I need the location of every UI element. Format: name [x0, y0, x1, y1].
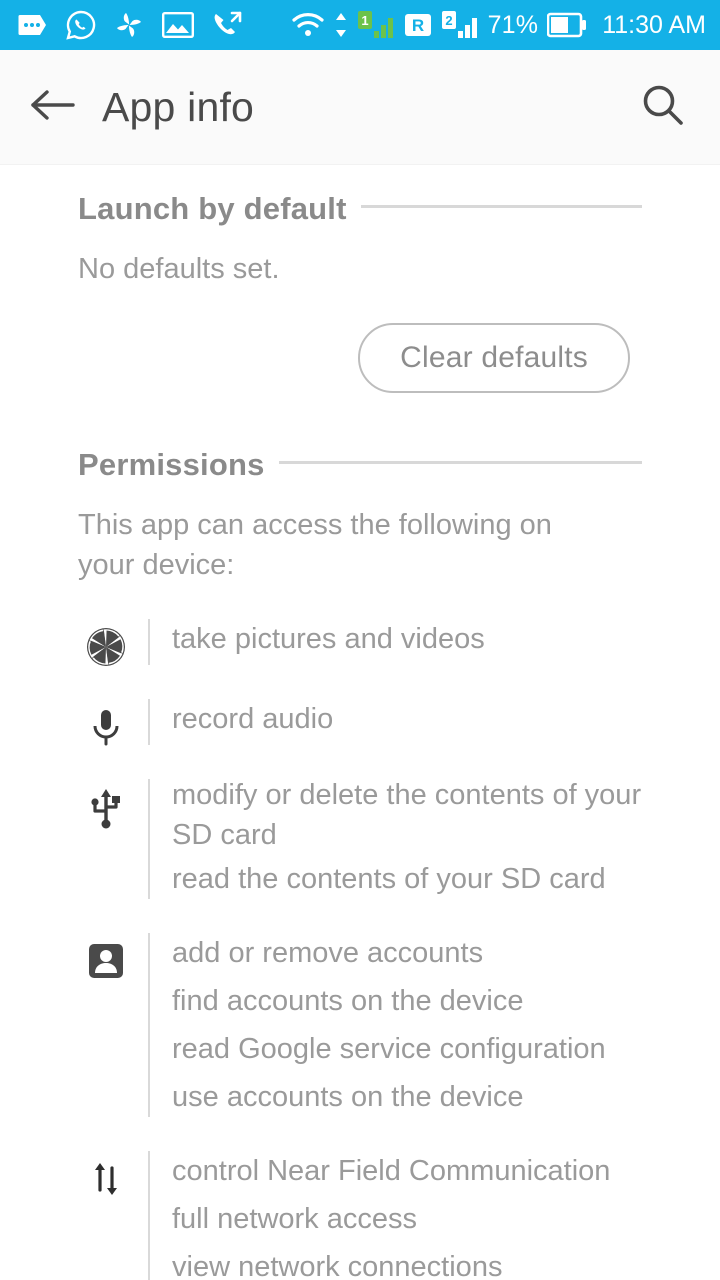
network-arrows-icon [78, 1147, 134, 1201]
permission-line: full network access [172, 1203, 417, 1235]
permission-line: control Near Field Communication [172, 1155, 611, 1187]
battery-icon [546, 12, 587, 38]
app-info-screen: 1 R 2 71% 11:30 AM App info Launch by de… [0, 0, 720, 1280]
battery-percent-label: 71% [487, 10, 539, 39]
sim2-label: 2 [445, 13, 452, 28]
missed-call-icon [212, 10, 244, 40]
roaming-label: R [411, 16, 423, 35]
sim1-signal-icon: 1 [357, 10, 395, 40]
photos-pinwheel-icon [114, 10, 144, 40]
usb-storage-icon [78, 775, 134, 833]
permission-text-group: add or remove accounts find accounts on … [150, 929, 606, 1121]
permissions-description: This app can access the following on you… [78, 509, 552, 581]
account-person-icon [78, 929, 134, 983]
permission-text-group: modify or delete the contents of your SD… [150, 775, 672, 903]
permission-group[interactable]: modify or delete the contents of your SD… [0, 775, 720, 903]
status-bar: 1 R 2 71% 11:30 AM [0, 0, 720, 50]
permission-group[interactable]: record audio [0, 695, 720, 749]
clock-label: 11:30 AM [602, 10, 706, 39]
search-button[interactable] [636, 80, 690, 134]
whatsapp-icon [66, 10, 96, 40]
status-bar-left-icons [18, 10, 244, 40]
permission-line: read the contents of your SD card [172, 863, 606, 895]
permission-group[interactable]: control Near Field Communication full ne… [0, 1147, 720, 1280]
permission-text-group: control Near Field Communication full ne… [150, 1147, 610, 1280]
permissions-heading: Permissions [78, 447, 265, 482]
page-title: App info [102, 83, 255, 130]
microphone-icon [78, 695, 134, 749]
permissions-section-header: Permissions [0, 447, 720, 483]
permission-text-group: take pictures and videos [150, 615, 485, 663]
back-arrow-icon [29, 85, 77, 130]
section-divider-rule [278, 460, 642, 464]
permission-line: view network connections [172, 1251, 503, 1280]
sim1-label: 1 [361, 13, 368, 28]
permissions-list: take pictures and videos record audio mo… [0, 615, 720, 1280]
app-info-content: Launch by default No defaults set. Clear… [0, 191, 720, 1280]
permission-line: take pictures and videos [172, 623, 485, 655]
roaming-icon: R [404, 11, 432, 39]
launch-by-default-heading: Launch by default [78, 191, 347, 226]
clear-defaults-button[interactable]: Clear defaults [358, 323, 630, 393]
wifi-icon [291, 11, 325, 39]
permission-line: use accounts on the device [172, 1081, 524, 1113]
permission-line: read Google service configuration [172, 1033, 606, 1065]
camera-aperture-icon [78, 615, 134, 669]
permission-line: find accounts on the device [172, 985, 524, 1017]
back-button[interactable] [26, 80, 80, 134]
search-icon [640, 82, 686, 133]
data-transfer-arrows-icon [334, 11, 348, 39]
permission-group[interactable]: add or remove accounts find accounts on … [0, 929, 720, 1121]
section-divider-rule [360, 204, 642, 208]
sim2-signal-icon: 2 [441, 10, 479, 40]
launch-by-default-status: No defaults set. [78, 253, 280, 285]
app-bar: App info [0, 50, 720, 165]
permission-line: add or remove accounts [172, 937, 484, 969]
permission-group[interactable]: take pictures and videos [0, 615, 720, 669]
launch-by-default-section-header: Launch by default [0, 191, 720, 227]
status-bar-right-icons: 1 R 2 71% 11:30 AM [291, 10, 706, 40]
gallery-icon [162, 12, 195, 39]
messages-icon [18, 12, 48, 38]
clear-defaults-row: Clear defaults [0, 323, 720, 393]
permission-line: record audio [172, 703, 334, 735]
permission-line: modify or delete the contents of your SD… [172, 779, 642, 851]
permission-text-group: record audio [150, 695, 333, 743]
